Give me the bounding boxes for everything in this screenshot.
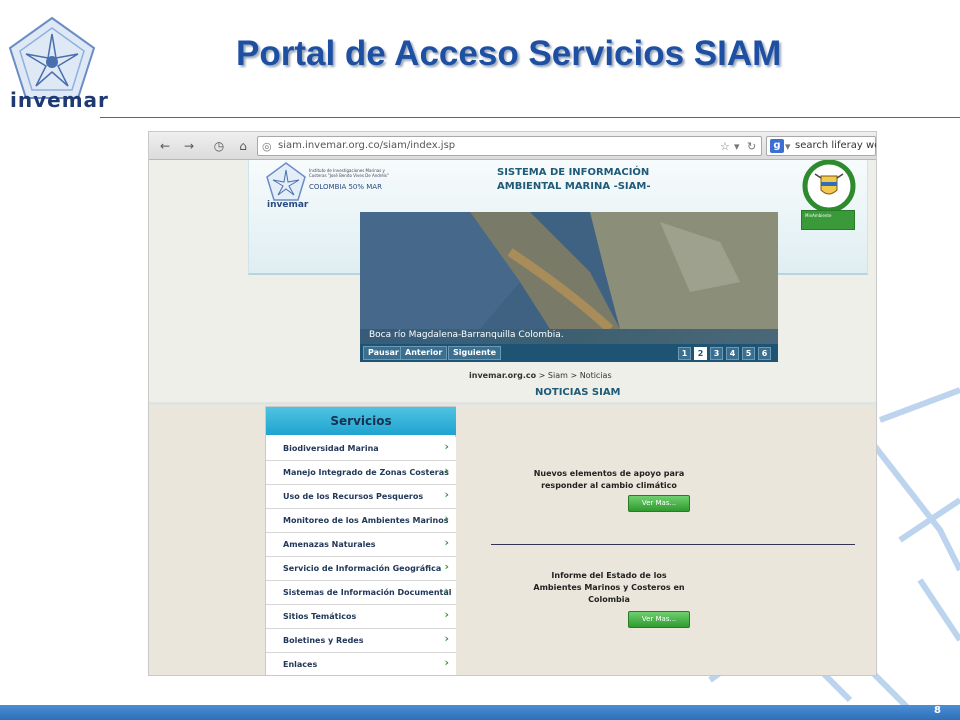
news-item-2: Informe del Estado de los Ambientes Mari… bbox=[469, 570, 749, 606]
service-label: Servicio de Información Geográfica bbox=[283, 564, 442, 573]
image-slider[interactable]: Boca río Magdalena-Barranquilla Colombia… bbox=[360, 212, 778, 362]
slide: invemar Portal de Acceso Servicios SIAM … bbox=[0, 0, 960, 720]
service-item-manejo[interactable]: Manejo Integrado de Zonas Costeras › bbox=[266, 461, 456, 485]
service-item-amenazas[interactable]: Amenazas Naturales › bbox=[266, 533, 456, 557]
institute-name: Instituto de Investigaciones Marinas y C… bbox=[309, 168, 389, 178]
home-icon[interactable]: ⌂ bbox=[235, 138, 251, 154]
service-label: Boletines y Redes bbox=[283, 636, 364, 645]
news-2-line-1: Informe del Estado de los bbox=[551, 571, 667, 580]
siam-title-line-2: AMBIENTAL MARINA -SIAM- bbox=[497, 181, 651, 192]
news-divider bbox=[491, 544, 855, 545]
service-label: Manejo Integrado de Zonas Costeras bbox=[283, 468, 449, 477]
slide-page-3[interactable]: 3 bbox=[710, 347, 723, 360]
pause-button[interactable]: Pausar bbox=[363, 346, 404, 360]
browser-toolbar: ← → ◷ ⌂ ◎ siam.invemar.org.co/siam/index… bbox=[149, 132, 876, 160]
chevron-right-icon: › bbox=[444, 512, 449, 525]
breadcrumb: invemar.org.co > Siam > Noticias bbox=[469, 371, 612, 380]
slide-page-4[interactable]: 4 bbox=[726, 347, 739, 360]
services-header: Servicios bbox=[266, 407, 456, 435]
chevron-right-icon: › bbox=[444, 536, 449, 549]
service-item-monitoreo[interactable]: Monitoreo de los Ambientes Marinos › bbox=[266, 509, 456, 533]
breadcrumb-separator: > bbox=[538, 371, 546, 380]
satellite-image bbox=[360, 212, 778, 329]
forward-arrow-icon[interactable]: → bbox=[181, 138, 197, 154]
address-bar[interactable]: ◎ siam.invemar.org.co/siam/index.jsp ☆ ▾… bbox=[257, 136, 762, 156]
breadcrumb-root[interactable]: invemar.org.co bbox=[469, 371, 536, 380]
news-1-line-1: Nuevos elementos de apoyo para bbox=[533, 469, 685, 478]
service-item-enlaces[interactable]: Enlaces › bbox=[266, 653, 456, 675]
back-arrow-icon[interactable]: ← bbox=[157, 138, 173, 154]
chevron-right-icon: › bbox=[444, 488, 449, 501]
minambiente-text: MinAmbiente bbox=[805, 213, 832, 218]
news-item-1: Nuevos elementos de apoyo para responder… bbox=[469, 468, 749, 492]
content-area bbox=[149, 405, 876, 675]
search-box[interactable]: g ▾ search liferay web bbox=[766, 136, 876, 156]
slide-page-2[interactable]: 2 bbox=[694, 347, 707, 360]
service-item-recursos[interactable]: Uso de los Recursos Pesqueros › bbox=[266, 485, 456, 509]
ver-mas-button-1[interactable]: Ver Mas... bbox=[628, 495, 690, 512]
web-page: invemar Instituto de Investigaciones Mar… bbox=[149, 160, 876, 675]
history-icon[interactable]: ◷ bbox=[211, 138, 227, 154]
globe-icon: ◎ bbox=[262, 140, 272, 153]
service-label: Enlaces bbox=[283, 660, 318, 669]
search-dropdown-icon[interactable]: ▾ bbox=[785, 140, 791, 153]
service-label: Amenazas Naturales bbox=[283, 540, 376, 549]
dropdown-icon[interactable]: ▾ bbox=[734, 140, 740, 153]
breadcrumb-path[interactable]: Siam > Noticias bbox=[548, 371, 612, 380]
ver-mas-button-2[interactable]: Ver Mas... bbox=[628, 611, 690, 628]
colombia-50-mar: COLOMBIA 50% MAR bbox=[309, 183, 382, 191]
previous-button[interactable]: Anterior bbox=[400, 346, 448, 360]
page-number: 8 bbox=[934, 705, 941, 716]
service-label: Sistemas de Información Documental bbox=[283, 588, 452, 597]
chevron-right-icon: › bbox=[444, 608, 449, 621]
minambiente-badge[interactable]: MinAmbiente bbox=[801, 210, 855, 230]
logo-wordmark: invemar bbox=[10, 88, 109, 112]
service-item-biodiversidad[interactable]: Biodiversidad Marina › bbox=[266, 437, 456, 461]
mini-logo-wordmark: invemar bbox=[267, 200, 309, 210]
chevron-right-icon: › bbox=[444, 464, 449, 477]
browser-window: ← → ◷ ⌂ ◎ siam.invemar.org.co/siam/index… bbox=[148, 131, 877, 676]
siam-title-line-1: SISTEMA DE INFORMACIÓN bbox=[497, 167, 650, 178]
slider-caption: Boca río Magdalena-Barranquilla Colombia… bbox=[360, 329, 778, 344]
service-item-boletines[interactable]: Boletines y Redes › bbox=[266, 629, 456, 653]
service-label: Sitios Temáticos bbox=[283, 612, 357, 621]
url-text: siam.invemar.org.co/siam/index.jsp bbox=[278, 140, 456, 151]
service-item-geografica[interactable]: Servicio de Información Geográfica › bbox=[266, 557, 456, 581]
title-divider bbox=[100, 117, 960, 118]
slide-page-1[interactable]: 1 bbox=[678, 347, 691, 360]
service-label: Biodiversidad Marina bbox=[283, 444, 379, 453]
google-icon[interactable]: g bbox=[770, 139, 784, 153]
service-label: Uso de los Recursos Pesqueros bbox=[283, 492, 424, 501]
service-item-documental[interactable]: Sistemas de Información Documental › bbox=[266, 581, 456, 605]
chevron-right-icon: › bbox=[444, 440, 449, 453]
services-menu: Servicios Biodiversidad Marina › Manejo I… bbox=[265, 406, 456, 675]
footer-bar bbox=[0, 705, 960, 720]
chevron-right-icon: › bbox=[444, 632, 449, 645]
slide-page-5[interactable]: 5 bbox=[742, 347, 755, 360]
news-1-line-2: responder al cambio climático bbox=[541, 481, 677, 490]
slider-controls: Pausar Anterior Siguiente 1 2 3 4 5 6 bbox=[360, 344, 778, 362]
star-icon[interactable]: ☆ bbox=[720, 140, 730, 153]
news-2-line-2: Ambientes Marinos y Costeros en bbox=[533, 583, 685, 592]
slide-title: Portal de Acceso Servicios SIAM bbox=[236, 34, 782, 73]
slide-page-6[interactable]: 6 bbox=[758, 347, 771, 360]
colombia-seal-icon bbox=[802, 160, 856, 212]
next-button[interactable]: Siguiente bbox=[448, 346, 502, 360]
chevron-right-icon: › bbox=[444, 656, 449, 669]
news-section-title: NOTICIAS SIAM bbox=[535, 387, 621, 398]
service-item-tematicos[interactable]: Sitios Temáticos › bbox=[266, 605, 456, 629]
chevron-right-icon: › bbox=[444, 560, 449, 573]
services-heading: Servicios bbox=[330, 414, 392, 428]
siam-title: SISTEMA DE INFORMACIÓN AMBIENTAL MARINA … bbox=[497, 166, 651, 194]
chevron-right-icon: › bbox=[444, 584, 449, 597]
search-placeholder: search liferay web bbox=[795, 140, 876, 151]
reload-icon[interactable]: ↻ bbox=[747, 140, 756, 153]
news-2-line-3: Colombia bbox=[588, 595, 630, 604]
service-label: Monitoreo de los Ambientes Marinos bbox=[283, 516, 449, 525]
caption-text: Boca río Magdalena-Barranquilla Colombia… bbox=[369, 330, 564, 340]
